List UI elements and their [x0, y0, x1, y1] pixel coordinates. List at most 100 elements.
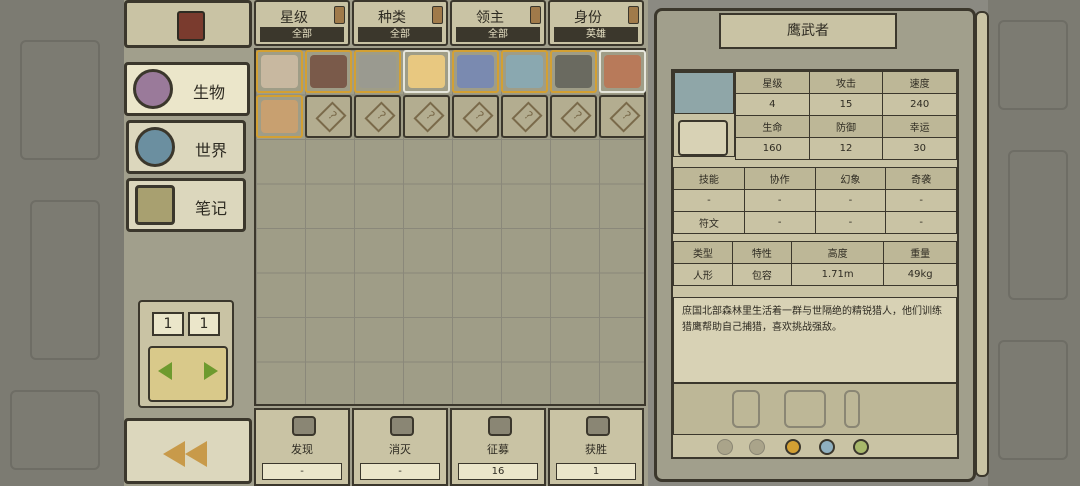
stats-bar: 发现 - 消灭 - 征募 16 获胜 1 [254, 408, 644, 486]
unknown-creature-slot[interactable] [452, 94, 499, 138]
lock-icon[interactable] [853, 439, 869, 455]
lock-icon[interactable] [819, 439, 835, 455]
compass-icon[interactable] [785, 439, 801, 455]
filter-name: 身份 [574, 10, 602, 26]
creature-slot[interactable] [403, 50, 450, 93]
stat-won: 获胜 1 [548, 408, 644, 486]
creature-slot[interactable] [599, 50, 646, 93]
previous-page-button[interactable] [158, 362, 172, 380]
skill-header: 协作 [743, 167, 816, 190]
stat-value: - [262, 463, 342, 480]
stat-label: 征募 [487, 443, 509, 456]
skull-icon [390, 416, 414, 436]
filter-value: 全部 [358, 27, 442, 42]
horned-viking-portrait [457, 55, 494, 88]
stats-table: 星级 攻击 速度 4 15 240 生命 防御 幸运 160 12 30 [735, 71, 957, 160]
current-page: 1 [152, 312, 184, 336]
dark-hair-girl-portrait [310, 55, 347, 88]
page-selector: 1 1 [138, 300, 234, 408]
category-world[interactable]: 世界 [126, 120, 246, 174]
stat-header: 防御 [808, 115, 884, 138]
skill-value: - [885, 189, 957, 212]
indicator-dot[interactable] [717, 439, 733, 455]
blonde-girl-portrait [408, 55, 445, 88]
trait-value: 人形 [673, 263, 733, 286]
unknown-creature-slot[interactable] [305, 94, 352, 138]
helmet-icon[interactable] [784, 390, 826, 428]
detail-sheet: 星级 攻击 速度 4 15 240 生命 防御 幸运 160 12 30 技能 协作 幻象 奇袭 --… [671, 69, 959, 459]
iron-mask-portrait [359, 55, 396, 88]
filter-value: 全部 [260, 27, 344, 42]
creature-detail-scroll: 鹰武者 星级 攻击 速度 4 15 240 生命 防御 幸运 160 12 30 技能 协作 幻象奇… [654, 8, 989, 482]
stat-value: 30 [882, 137, 957, 160]
notes-icon [135, 185, 175, 225]
skills-table: 技能 协作 幻象 奇袭 ---- 符文 - - - [673, 167, 957, 234]
book-icon [177, 11, 205, 41]
category-notes[interactable]: 笔记 [126, 178, 246, 232]
stat-value: 160 [735, 137, 810, 160]
dropdown-icon [432, 6, 443, 24]
creature-slot[interactable] [501, 50, 548, 93]
stat-value: 4 [735, 93, 810, 116]
rewind-icon [163, 441, 185, 467]
trait-header: 高度 [790, 241, 885, 264]
trait-header: 类型 [673, 241, 733, 264]
magnify-icon[interactable] [678, 120, 728, 156]
trait-value: 1.71m [790, 263, 885, 286]
portrait-box [673, 71, 735, 157]
creature-slot[interactable] [256, 94, 303, 138]
category-creatures[interactable]: 生物 [124, 62, 250, 116]
next-page-button[interactable] [204, 362, 218, 380]
category-label: 世界 [195, 141, 228, 160]
falconer-portrait [506, 55, 543, 88]
unknown-creature-slot[interactable] [501, 94, 548, 138]
trait-value: 包容 [731, 263, 792, 286]
stat-header: 幸运 [882, 115, 957, 138]
skill-value: - [814, 189, 887, 212]
unknown-creature-slot[interactable] [354, 94, 401, 138]
creature-list-panel: 星级 全部 种类 全部 领主 全部 身份 英雄 发现 - 消灭 [252, 0, 648, 486]
creature-slot[interactable] [305, 50, 352, 93]
creature-slot[interactable] [452, 50, 499, 93]
category-label: 笔记 [195, 199, 228, 218]
indicator-dot[interactable] [749, 439, 765, 455]
skill-header: 幻象 [814, 167, 887, 190]
unknown-creature-slot[interactable] [599, 94, 646, 138]
creature-slot[interactable] [550, 50, 597, 93]
filter-bar: 星级 全部 种类 全部 领主 全部 身份 英雄 [254, 0, 644, 46]
unknown-creature-slot[interactable] [550, 94, 597, 138]
sword-icon[interactable] [844, 390, 860, 428]
total-pages: 1 [188, 312, 220, 336]
back-button[interactable] [124, 418, 252, 484]
filter-name: 种类 [378, 10, 406, 26]
creature-grid [254, 48, 646, 406]
bald-warrior-portrait [555, 55, 592, 88]
stat-label: 消灭 [389, 443, 411, 456]
shield-icon[interactable] [732, 390, 760, 428]
stat-label: 获胜 [585, 443, 607, 456]
stat-defeated: 消灭 - [352, 408, 448, 486]
dropdown-icon [334, 6, 345, 24]
stat-value: 240 [882, 93, 957, 116]
codex-book-button[interactable] [124, 0, 252, 48]
trait-value: 49kg [883, 263, 957, 286]
stat-header: 星级 [735, 71, 810, 94]
filter-species[interactable]: 种类 全部 [352, 0, 448, 46]
stat-discovered: 发现 - [254, 408, 350, 486]
rune-value: - [885, 211, 957, 234]
filter-identity[interactable]: 身份 英雄 [548, 0, 644, 46]
creature-slot[interactable] [354, 50, 401, 93]
stat-value: 15 [808, 93, 884, 116]
filter-star[interactable]: 星级 全部 [254, 0, 350, 46]
stat-value: - [360, 463, 440, 480]
skill-header: 奇袭 [885, 167, 957, 190]
unknown-creature-slot[interactable] [403, 94, 450, 138]
creature-portrait [674, 72, 734, 114]
creature-slot[interactable] [256, 50, 303, 93]
filter-lord[interactable]: 领主 全部 [450, 0, 546, 46]
flag-icon [488, 416, 512, 436]
creature-description: 庶国北部森林里生活着一群与世隔绝的精锐猎人，他们训练猎鹰帮助自己捕猎，喜欢挑战强… [673, 297, 957, 383]
skill-value: - [673, 189, 745, 212]
world-icon [135, 127, 175, 167]
rune-value: - [814, 211, 887, 234]
